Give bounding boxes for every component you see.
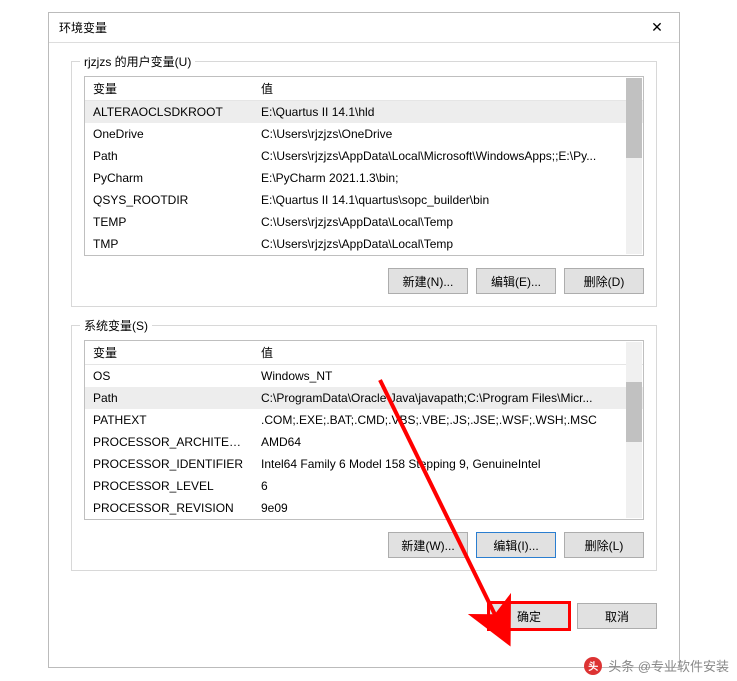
table-body: OSWindows_NTPathC:\ProgramData\Oracle\Ja… (85, 365, 643, 519)
table-header: 变量 值 (85, 341, 643, 365)
var-value: Windows_NT (253, 369, 643, 383)
env-vars-dialog: 环境变量 ✕ rjzjzs 的用户变量(U) 变量 值 ALTERAOCLSDK… (48, 12, 680, 668)
system-group-label: 系统变量(S) (80, 317, 152, 334)
table-row[interactable]: PROCESSOR_LEVEL6 (85, 475, 643, 497)
system-buttons: 新建(W)... 编辑(I)... 删除(L) (84, 532, 644, 558)
scrollbar[interactable] (626, 342, 642, 518)
var-value: 6 (253, 479, 643, 493)
ok-button[interactable]: 确定 (489, 603, 569, 629)
var-name: TEMP (85, 215, 253, 229)
var-value: 9e09 (253, 501, 643, 515)
table-row[interactable]: PROCESSOR_IDENTIFIERIntel64 Family 6 Mod… (85, 453, 643, 475)
table-row[interactable]: PATHEXT.COM;.EXE;.BAT;.CMD;.VBS;.VBE;.JS… (85, 409, 643, 431)
var-value: AMD64 (253, 435, 643, 449)
var-value: E:\Quartus II 14.1\hld (253, 105, 643, 119)
col-name-header[interactable]: 变量 (85, 80, 253, 97)
table-row[interactable]: PROCESSOR_ARCHITECT...AMD64 (85, 431, 643, 453)
var-name: TMP (85, 237, 253, 251)
user-delete-button[interactable]: 删除(D) (564, 268, 644, 294)
watermark-logo-icon: 头 (584, 657, 602, 675)
table-row[interactable]: TMPC:\Users\rjzjzs\AppData\Local\Temp (85, 233, 643, 255)
scrollbar[interactable] (626, 78, 642, 254)
close-icon[interactable]: ✕ (635, 13, 679, 43)
watermark-text: 头条 @专业软件安装 (608, 656, 729, 675)
var-value: C:\Users\rjzjzs\AppData\Local\Microsoft\… (253, 149, 643, 163)
var-name: QSYS_ROOTDIR (85, 193, 253, 207)
table-row[interactable]: PROCESSOR_REVISION9e09 (85, 497, 643, 519)
col-value-header[interactable]: 值 (253, 80, 643, 97)
var-name: OneDrive (85, 127, 253, 141)
table-row[interactable]: ALTERAOCLSDKROOTE:\Quartus II 14.1\hld (85, 101, 643, 123)
var-name: PATHEXT (85, 413, 253, 427)
table-row[interactable]: OneDriveC:\Users\rjzjzs\OneDrive (85, 123, 643, 145)
system-edit-button[interactable]: 编辑(I)... (476, 532, 556, 558)
var-name: PROCESSOR_REVISION (85, 501, 253, 515)
var-value: Intel64 Family 6 Model 158 Stepping 9, G… (253, 457, 643, 471)
col-value-header[interactable]: 值 (253, 344, 643, 361)
dialog-footer-buttons: 确定 取消 (49, 603, 679, 629)
table-row[interactable]: PathC:\ProgramData\Oracle\Java\javapath;… (85, 387, 643, 409)
table-row[interactable]: PyCharmE:\PyCharm 2021.1.3\bin; (85, 167, 643, 189)
user-variables-table[interactable]: 变量 值 ALTERAOCLSDKROOTE:\Quartus II 14.1\… (84, 76, 644, 256)
table-row[interactable]: TEMPC:\Users\rjzjzs\AppData\Local\Temp (85, 211, 643, 233)
var-name: ALTERAOCLSDKROOT (85, 105, 253, 119)
table-row[interactable]: OSWindows_NT (85, 365, 643, 387)
col-name-header[interactable]: 变量 (85, 344, 253, 361)
var-name: PROCESSOR_LEVEL (85, 479, 253, 493)
var-name: OS (85, 369, 253, 383)
table-body: ALTERAOCLSDKROOTE:\Quartus II 14.1\hldOn… (85, 101, 643, 255)
var-name: PyCharm (85, 171, 253, 185)
var-name: PROCESSOR_ARCHITECT... (85, 435, 253, 449)
var-value: .COM;.EXE;.BAT;.CMD;.VBS;.VBE;.JS;.JSE;.… (253, 413, 643, 427)
user-new-button[interactable]: 新建(N)... (388, 268, 468, 294)
user-variables-group: rjzjzs 的用户变量(U) 变量 值 ALTERAOCLSDKROOTE:\… (71, 61, 657, 307)
var-name: PROCESSOR_IDENTIFIER (85, 457, 253, 471)
watermark: 头 头条 @专业软件安装 (584, 656, 729, 675)
system-variables-table[interactable]: 变量 值 OSWindows_NTPathC:\ProgramData\Orac… (84, 340, 644, 520)
dialog-content: rjzjzs 的用户变量(U) 变量 值 ALTERAOCLSDKROOTE:\… (49, 43, 679, 603)
table-row[interactable]: QSYS_ROOTDIRE:\Quartus II 14.1\quartus\s… (85, 189, 643, 211)
dialog-title: 环境变量 (59, 19, 635, 36)
system-delete-button[interactable]: 删除(L) (564, 532, 644, 558)
var-value: C:\ProgramData\Oracle\Java\javapath;C:\P… (253, 391, 643, 405)
var-name: Path (85, 149, 253, 163)
var-name: Path (85, 391, 253, 405)
cancel-button[interactable]: 取消 (577, 603, 657, 629)
system-variables-group: 系统变量(S) 变量 值 OSWindows_NTPathC:\ProgramD… (71, 325, 657, 571)
var-value: C:\Users\rjzjzs\AppData\Local\Temp (253, 237, 643, 251)
table-row[interactable]: PathC:\Users\rjzjzs\AppData\Local\Micros… (85, 145, 643, 167)
titlebar[interactable]: 环境变量 ✕ (49, 13, 679, 43)
var-value: C:\Users\rjzjzs\AppData\Local\Temp (253, 215, 643, 229)
var-value: E:\PyCharm 2021.1.3\bin; (253, 171, 643, 185)
user-edit-button[interactable]: 编辑(E)... (476, 268, 556, 294)
user-group-label: rjzjzs 的用户变量(U) (80, 53, 195, 70)
var-value: C:\Users\rjzjzs\OneDrive (253, 127, 643, 141)
var-value: E:\Quartus II 14.1\quartus\sopc_builder\… (253, 193, 643, 207)
table-header: 变量 值 (85, 77, 643, 101)
system-new-button[interactable]: 新建(W)... (388, 532, 468, 558)
user-buttons: 新建(N)... 编辑(E)... 删除(D) (84, 268, 644, 294)
